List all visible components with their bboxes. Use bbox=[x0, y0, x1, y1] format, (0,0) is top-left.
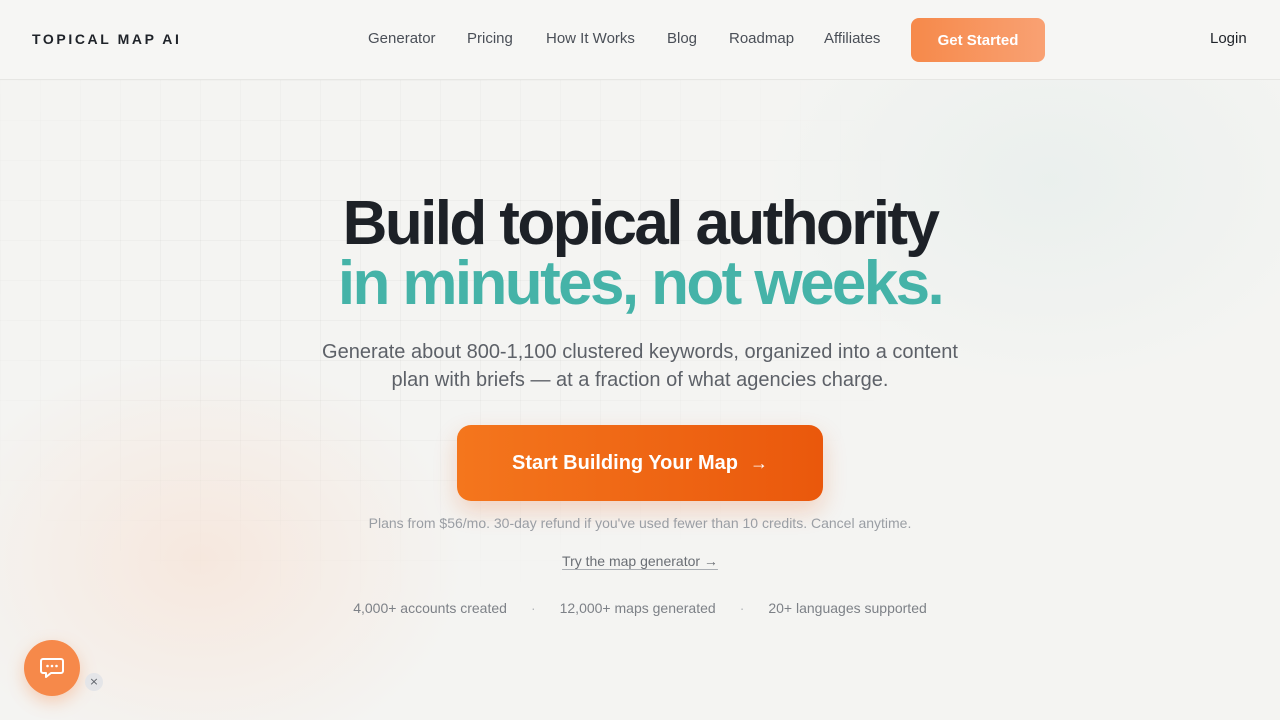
nav-link-generator[interactable]: Generator bbox=[368, 30, 436, 47]
try-map-generator-link[interactable]: Try the map generator → bbox=[562, 553, 718, 569]
nav-link-pricing[interactable]: Pricing bbox=[467, 30, 513, 47]
stat-languages: 20+ languages supported bbox=[768, 600, 927, 616]
start-building-map-label: Start Building Your Map bbox=[512, 451, 738, 474]
brand-logo[interactable]: TOPICAL MAP AI bbox=[32, 31, 181, 47]
top-nav-bar: TOPICAL MAP AI Generator Pricing How It … bbox=[0, 0, 1280, 80]
pricing-fine-print: Plans from $56/mo. 30-day refund if you'… bbox=[368, 515, 912, 531]
login-link[interactable]: Login bbox=[1210, 30, 1247, 47]
try-generator-wrapper: Try the map generator → bbox=[0, 553, 1280, 569]
start-building-map-button[interactable]: Start Building Your Map → bbox=[457, 425, 823, 501]
nav-link-blog[interactable]: Blog bbox=[667, 30, 697, 47]
stat-accounts: 4,000+ accounts created bbox=[353, 600, 507, 616]
background-grid bbox=[0, 80, 1280, 720]
hero-subtitle-line-1: Generate about 800-1,100 clustered keywo… bbox=[322, 341, 958, 363]
nav-link-roadmap[interactable]: Roadmap bbox=[729, 30, 794, 47]
hero-subtitle: Generate about 800-1,100 clustered keywo… bbox=[300, 338, 980, 394]
stat-separator: · bbox=[530, 600, 536, 616]
nav-link-how-it-works[interactable]: How It Works bbox=[546, 30, 635, 47]
headline-line-2: in minutes, not weeks. bbox=[337, 249, 945, 318]
headline-line-1: Build topical authority bbox=[342, 189, 940, 258]
nav-link-affiliates[interactable]: Affiliates bbox=[824, 30, 880, 47]
get-started-button[interactable]: Get Started bbox=[911, 18, 1045, 62]
arrow-right-icon: → bbox=[749, 452, 768, 473]
stat-maps: 12,000+ maps generated bbox=[559, 600, 716, 616]
chat-widget-button[interactable] bbox=[24, 640, 80, 696]
stats-row: 4,000+ accounts created · 12,000+ maps g… bbox=[0, 600, 1280, 616]
close-icon[interactable]: × bbox=[85, 673, 103, 691]
stat-separator: · bbox=[739, 600, 745, 616]
chat-bubble-icon bbox=[40, 658, 64, 678]
hero-subtitle-line-2: plan with briefs — at a fraction of what… bbox=[391, 369, 889, 391]
